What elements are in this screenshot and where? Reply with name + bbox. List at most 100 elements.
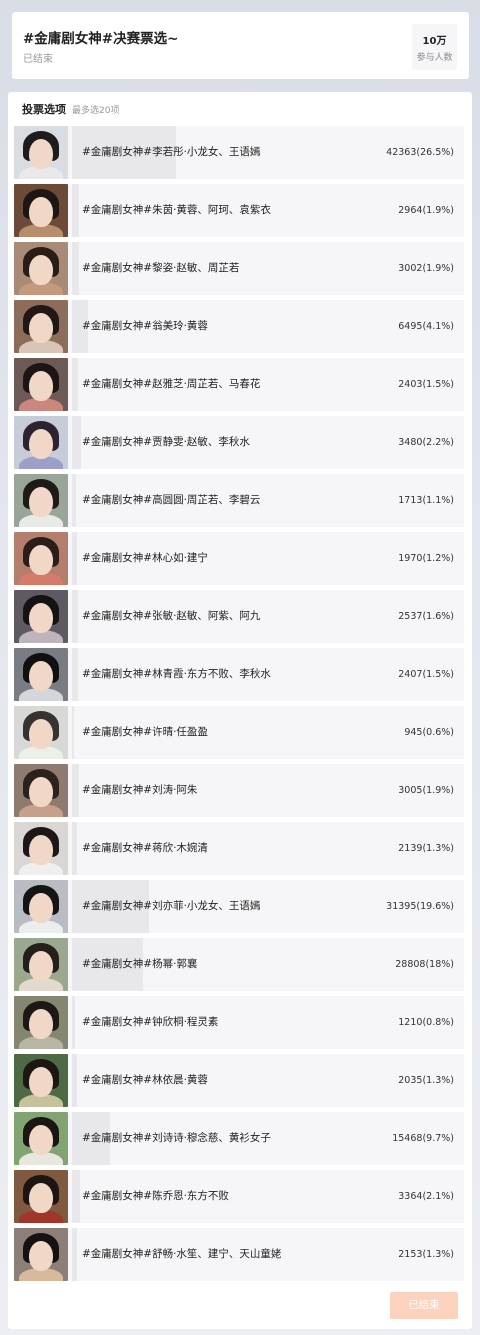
vote-option[interactable]: #金庸剧女神#赵雅芝·周芷若、马春花 2403(1.5%) [14, 358, 464, 411]
option-vote-count: 1713(1.1%) [398, 495, 454, 506]
vote-share-fill [72, 474, 77, 527]
option-vote-count: 15468(9.7%) [392, 1133, 454, 1144]
option-vote-count: 2964(1.9%) [398, 205, 454, 216]
option-result-bar: #金庸剧女神#蒋欣·木婉清 2139(1.3%) [72, 822, 464, 875]
participants-stat: 10万 参与人数 [412, 24, 457, 70]
option-label: #金庸剧女神#林依晨·黄蓉 [82, 1074, 208, 1086]
option-label: #金庸剧女神#刘亦菲·小龙女、王语嫣 [82, 900, 261, 912]
vote-share-fill [72, 648, 78, 701]
vote-option[interactable]: #金庸剧女神#张敏·赵敏、阿紫、阿九 2537(1.6%) [14, 590, 464, 643]
option-vote-count: 2153(1.3%) [398, 1249, 454, 1260]
option-vote-count: 945(0.6%) [404, 727, 454, 738]
vote-share-fill [72, 532, 77, 585]
vote-share-fill [72, 184, 80, 237]
option-vote-count: 2403(1.5%) [398, 379, 454, 390]
option-label: #金庸剧女神#舒畅·水笙、建宁、天山童姥 [82, 1248, 282, 1260]
option-result-bar: #金庸剧女神#陈乔恩·东方不败 3364(2.1%) [72, 1170, 464, 1223]
option-label: #金庸剧女神#杨幂·郭襄 [82, 958, 198, 970]
vote-share-fill [72, 1170, 81, 1223]
option-label: #金庸剧女神#黎姿·赵敏、周芷若 [82, 262, 240, 274]
option-label: #金庸剧女神#刘诗诗·穆念慈、黄衫女子 [82, 1132, 271, 1144]
vote-share-fill [72, 242, 80, 295]
option-result-bar: #金庸剧女神#刘诗诗·穆念慈、黄衫女子 15468(9.7%) [72, 1112, 464, 1165]
options-title: 投票选项 [22, 103, 66, 116]
vote-options-card: 投票选项 最多选20项 #金庸剧女神#李若彤·小龙女、王语嫣 42363(26.5… [8, 92, 472, 1329]
vote-option[interactable]: #金庸剧女神#高圆圆·周芷若、李碧云 1713(1.1%) [14, 474, 464, 527]
actress-photo [14, 938, 68, 991]
option-label: #金庸剧女神#朱茵·黄蓉、阿珂、袁紫衣 [82, 204, 271, 216]
vote-share-fill [72, 358, 78, 411]
option-result-bar: #金庸剧女神#李若彤·小龙女、王语嫣 42363(26.5%) [72, 126, 464, 179]
actress-photo [14, 300, 68, 353]
actress-photo [14, 590, 68, 643]
option-vote-count: 42363(26.5%) [386, 147, 454, 158]
option-vote-count: 3005(1.9%) [398, 785, 454, 796]
actress-photo [14, 1170, 68, 1223]
vote-option[interactable]: #金庸剧女神#林青霞·东方不败、李秋水 2407(1.5%) [14, 648, 464, 701]
option-vote-count: 1210(0.8%) [398, 1017, 454, 1028]
actress-photo [14, 474, 68, 527]
actress-photo [14, 706, 68, 759]
poll-status: 已结束 [23, 54, 53, 65]
option-vote-count: 2035(1.3%) [398, 1075, 454, 1086]
vote-option[interactable]: #金庸剧女神#黎姿·赵敏、周芷若 3002(1.9%) [14, 242, 464, 295]
option-result-bar: #金庸剧女神#许晴·任盈盈 945(0.6%) [72, 706, 464, 759]
actress-photo [14, 532, 68, 585]
actress-photo [14, 358, 68, 411]
option-vote-count: 3480(2.2%) [398, 437, 454, 448]
option-label: #金庸剧女神#高圆圆·周芷若、李碧云 [82, 494, 261, 506]
option-vote-count: 3364(2.1%) [398, 1191, 454, 1202]
vote-option[interactable]: #金庸剧女神#李若彤·小龙女、王语嫣 42363(26.5%) [14, 126, 464, 179]
option-result-bar: #金庸剧女神#翁美玲·黄蓉 6495(4.1%) [72, 300, 464, 353]
vote-share-fill [72, 706, 75, 759]
option-vote-count: 2139(1.3%) [398, 843, 454, 854]
actress-photo [14, 1228, 68, 1281]
option-label: #金庸剧女神#赵雅芝·周芷若、马春花 [82, 378, 261, 390]
option-vote-count: 28808(18%) [395, 959, 454, 970]
actress-photo [14, 1054, 68, 1107]
poll-page: #金庸剧女神#决赛票选~ 已结束 10万 参与人数 投票选项 最多选20项 #金… [0, 0, 480, 1335]
vote-share-fill [72, 1228, 78, 1281]
vote-share-fill [72, 996, 76, 1049]
actress-photo [14, 416, 68, 469]
option-result-bar: #金庸剧女神#赵雅芝·周芷若、马春花 2403(1.5%) [72, 358, 464, 411]
option-vote-count: 3002(1.9%) [398, 263, 454, 274]
option-label: #金庸剧女神#张敏·赵敏、阿紫、阿九 [82, 610, 261, 622]
option-list: #金庸剧女神#李若彤·小龙女、王语嫣 42363(26.5%) #金庸剧女神#朱茵·… [14, 126, 464, 1286]
vote-option[interactable]: #金庸剧女神#朱茵·黄蓉、阿珂、袁紫衣 2964(1.9%) [14, 184, 464, 237]
option-label: #金庸剧女神#林心如·建宁 [82, 552, 208, 564]
option-result-bar: #金庸剧女神#贾静雯·赵敏、李秋水 3480(2.2%) [72, 416, 464, 469]
vote-option[interactable]: #金庸剧女神#贾静雯·赵敏、李秋水 3480(2.2%) [14, 416, 464, 469]
options-hint: 最多选20项 [72, 106, 120, 116]
option-result-bar: #金庸剧女神#高圆圆·周芷若、李碧云 1713(1.1%) [72, 474, 464, 527]
option-vote-count: 2407(1.5%) [398, 669, 454, 680]
option-result-bar: #金庸剧女神#张敏·赵敏、阿紫、阿九 2537(1.6%) [72, 590, 464, 643]
option-vote-count: 1970(1.2%) [398, 553, 454, 564]
option-label: #金庸剧女神#刘涛·阿朱 [82, 784, 198, 796]
vote-option[interactable]: #金庸剧女神#刘诗诗·穆念慈、黄衫女子 15468(9.7%) [14, 1112, 464, 1165]
vote-option[interactable]: #金庸剧女神#翁美玲·黄蓉 6495(4.1%) [14, 300, 464, 353]
vote-option[interactable]: #金庸剧女神#林心如·建宁 1970(1.2%) [14, 532, 464, 585]
option-label: #金庸剧女神#翁美玲·黄蓉 [82, 320, 208, 332]
poll-ended-button[interactable]: 已结束 [390, 1292, 458, 1319]
option-result-bar: #金庸剧女神#林青霞·东方不败、李秋水 2407(1.5%) [72, 648, 464, 701]
actress-photo [14, 184, 68, 237]
actress-photo [14, 880, 68, 933]
vote-option[interactable]: #金庸剧女神#杨幂·郭襄 28808(18%) [14, 938, 464, 991]
option-result-bar: #金庸剧女神#舒畅·水笙、建宁、天山童姥 2153(1.3%) [72, 1228, 464, 1281]
vote-option[interactable]: #金庸剧女神#林依晨·黄蓉 2035(1.3%) [14, 1054, 464, 1107]
vote-option[interactable]: #金庸剧女神#刘亦菲·小龙女、王语嫣 31395(19.6%) [14, 880, 464, 933]
option-result-bar: #金庸剧女神#林心如·建宁 1970(1.2%) [72, 532, 464, 585]
option-label: #金庸剧女神#许晴·任盈盈 [82, 726, 208, 738]
vote-option[interactable]: #金庸剧女神#舒畅·水笙、建宁、天山童姥 2153(1.3%) [14, 1228, 464, 1281]
actress-photo [14, 1112, 68, 1165]
option-label: #金庸剧女神#钟欣桐·程灵素 [82, 1016, 219, 1028]
vote-option[interactable]: #金庸剧女神#刘涛·阿朱 3005(1.9%) [14, 764, 464, 817]
participants-label: 参与人数 [416, 53, 453, 63]
option-vote-count: 6495(4.1%) [398, 321, 454, 332]
vote-option[interactable]: #金庸剧女神#蒋欣·木婉清 2139(1.3%) [14, 822, 464, 875]
actress-photo [14, 126, 68, 179]
vote-option[interactable]: #金庸剧女神#许晴·任盈盈 945(0.6%) [14, 706, 464, 759]
vote-option[interactable]: #金庸剧女神#钟欣桐·程灵素 1210(0.8%) [14, 996, 464, 1049]
vote-option[interactable]: #金庸剧女神#陈乔恩·东方不败 3364(2.1%) [14, 1170, 464, 1223]
